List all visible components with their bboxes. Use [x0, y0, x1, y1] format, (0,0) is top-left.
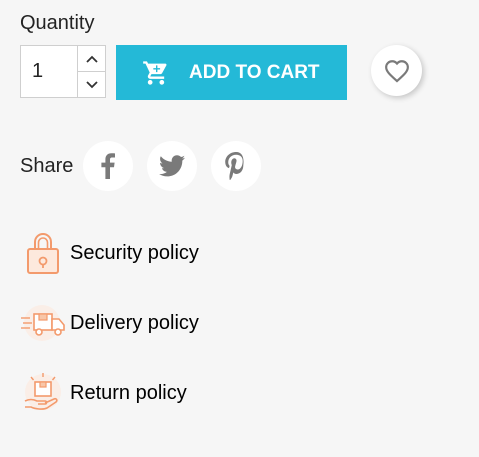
share-twitter-button[interactable] [147, 141, 197, 191]
pinterest-icon [225, 152, 244, 180]
quantity-decrease-button[interactable] [78, 71, 105, 97]
quantity-stepper [20, 45, 106, 98]
delivery-policy-item: Delivery policy [20, 300, 420, 346]
security-policy-item: Security policy [20, 230, 420, 276]
share-facebook-button[interactable] [83, 141, 133, 191]
return-policy-label: Return policy [70, 381, 187, 404]
quantity-label: Quantity [20, 12, 95, 34]
twitter-icon [159, 155, 185, 177]
return-hand-box-icon [20, 370, 66, 416]
delivery-policy-label: Delivery policy [70, 311, 199, 334]
return-policy-item: Return policy [20, 370, 420, 416]
chevron-down-icon [85, 80, 98, 88]
security-policy-label: Security policy [70, 241, 199, 264]
chevron-up-icon [85, 55, 98, 63]
delivery-truck-icon [20, 300, 66, 346]
quantity-input[interactable] [21, 46, 77, 97]
add-to-cart-button[interactable]: ADD TO CART [116, 45, 347, 100]
share-pinterest-button[interactable] [211, 141, 261, 191]
padlock-icon [20, 230, 66, 276]
heart-icon [384, 59, 409, 83]
wishlist-button[interactable] [371, 45, 422, 96]
add-to-cart-label: ADD TO CART [189, 61, 320, 83]
facebook-icon [101, 153, 115, 179]
shopping-cart-icon [143, 60, 167, 85]
share-label: Share [20, 155, 74, 177]
quantity-buttons [77, 46, 105, 97]
quantity-increase-button[interactable] [78, 46, 105, 71]
